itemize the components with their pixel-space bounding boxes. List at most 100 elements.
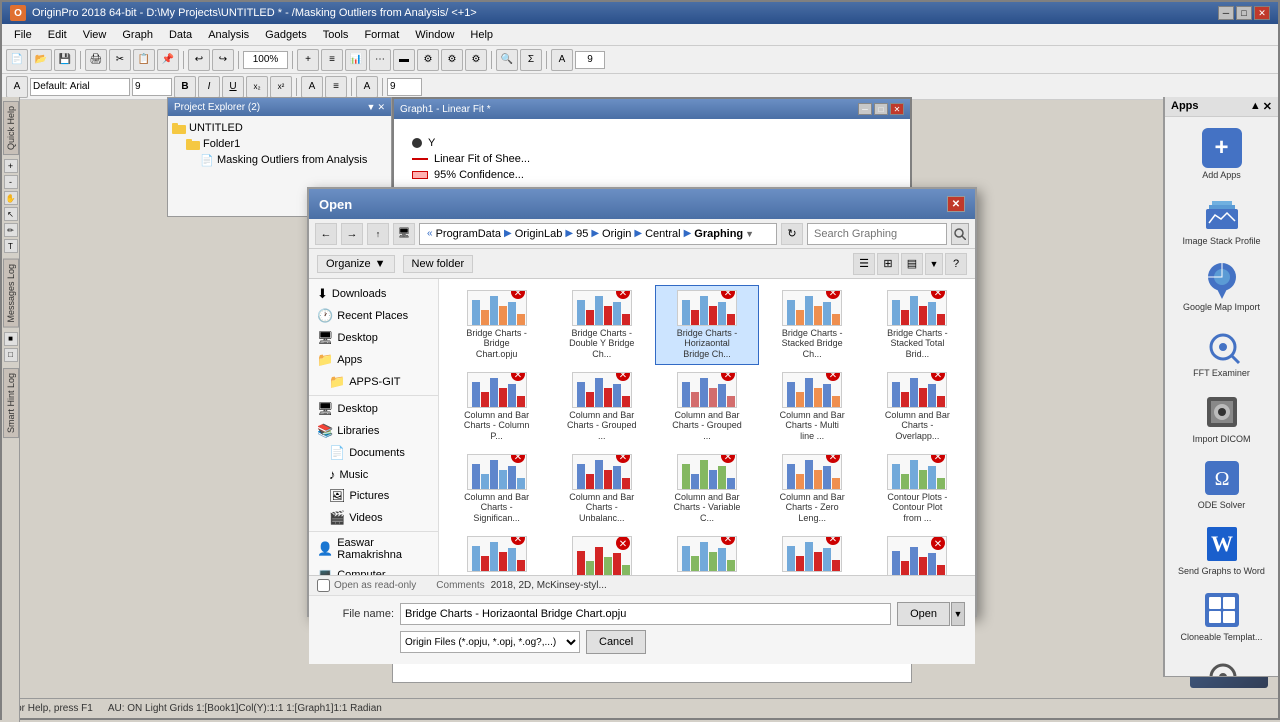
file-item[interactable]: ✕Column and Bar Charts - Column P...	[445, 367, 548, 447]
tree-untitled[interactable]: UNTITLED	[172, 120, 387, 136]
file-item[interactable]: ✕Column and Bar Charts - Overlapp...	[866, 367, 969, 447]
cancel-button[interactable]: Cancel	[586, 630, 646, 654]
nav-music[interactable]: ♪ Music	[309, 464, 438, 485]
zoom-out-btn[interactable]: -	[4, 175, 18, 189]
nav-apps[interactable]: 📁 Apps	[309, 349, 438, 371]
path-part-6[interactable]: Graphing	[694, 228, 743, 240]
file-item[interactable]: ✕Bridge Charts - Horizaontal Bridge Ch..…	[655, 285, 758, 365]
zoom-input[interactable]: 100%	[243, 51, 288, 69]
ode-solver-item[interactable]: Ω ODE Solver	[1171, 453, 1272, 515]
close-btn[interactable]: ✕	[1254, 6, 1270, 20]
google-map-item[interactable]: Google Map Import	[1171, 255, 1272, 317]
file-item[interactable]: ✕Bridge Charts - Double Y Bridge Ch...	[550, 285, 653, 365]
menu-help[interactable]: Help	[462, 27, 501, 43]
tree-folder1[interactable]: Folder1	[172, 136, 387, 152]
open-readonly-checkbox[interactable]	[317, 579, 330, 592]
align-btn[interactable]: ≡	[325, 76, 347, 98]
filetype-select[interactable]: Origin Files (*.opju, *.opj, *.og?,...)	[400, 631, 580, 653]
msg-btn2[interactable]: □	[4, 348, 18, 362]
color-btn[interactable]: A	[301, 76, 323, 98]
open-arrow-btn[interactable]: ▼	[951, 602, 965, 626]
nav-documents[interactable]: 📄 Documents	[309, 442, 438, 464]
dialog-close-btn[interactable]: ✕	[947, 196, 965, 212]
back-btn[interactable]: ←	[315, 223, 337, 245]
nav-recent[interactable]: 🕐 Recent Places	[309, 305, 438, 327]
extra1-btn[interactable]: A	[551, 49, 573, 71]
image-stack-item[interactable]: Image Stack Profile	[1171, 189, 1272, 251]
new-folder-btn[interactable]: New folder	[403, 255, 474, 273]
menu-data[interactable]: Data	[161, 27, 200, 43]
help-btn[interactable]: ?	[945, 253, 967, 275]
menu-analysis[interactable]: Analysis	[200, 27, 257, 43]
file-item[interactable]: ✕Demo - Function Plots.opju	[866, 531, 969, 575]
maximize-btn[interactable]: □	[1236, 6, 1252, 20]
menu-file[interactable]: File	[6, 27, 40, 43]
file-item[interactable]: ✕Column and Bar Charts - Grouped ...	[550, 367, 653, 447]
fmt-icon[interactable]: A	[6, 76, 28, 98]
nav-desktop[interactable]: 🖥 Desktop	[309, 327, 438, 349]
nav-downloads[interactable]: ⬇ Downloads	[309, 283, 438, 305]
tree-masking[interactable]: 📄 Masking Outliers from Analysis	[172, 152, 387, 168]
tool1-btn[interactable]: ⚙	[417, 49, 439, 71]
file-item[interactable]: ✕Contour Plots - Contour Plot with ...	[445, 531, 548, 575]
redo-btn[interactable]: ↪	[212, 49, 234, 71]
cut-btn[interactable]: ✂	[109, 49, 131, 71]
pan-btn[interactable]: ✋	[4, 191, 18, 205]
apps-close-btn[interactable]: ✕	[1263, 100, 1272, 113]
save-btn[interactable]: 💾	[54, 49, 76, 71]
file-item[interactable]: ✕Column and Bar Charts - Multi line ...	[761, 367, 864, 447]
add-apps-item[interactable]: + Add Apps	[1171, 123, 1272, 185]
computer-btn[interactable]: 🖥	[393, 223, 415, 245]
menu-format[interactable]: Format	[356, 27, 407, 43]
nav-libraries[interactable]: 📚 Libraries	[309, 420, 438, 442]
nav-easwar[interactable]: 👤 Easwar Ramakrishna	[309, 534, 438, 564]
font-extra[interactable]	[387, 78, 422, 96]
print-btn[interactable]: 🖨	[85, 49, 107, 71]
view-list-btn[interactable]: ☰	[853, 253, 875, 275]
menu-gadgets[interactable]: Gadgets	[257, 27, 315, 43]
path-part-1[interactable]: ProgramData	[436, 228, 501, 240]
msg-btn1[interactable]: ■	[4, 332, 18, 346]
smart-hint-label[interactable]: Smart Hint Log	[3, 368, 19, 438]
font-size-input2[interactable]	[132, 78, 172, 96]
file-item[interactable]: ✕Column and Bar Charts - Zero Leng...	[761, 449, 864, 529]
project-close-btn[interactable]: ✕	[377, 102, 385, 113]
filter-btn[interactable]: 🔍	[496, 49, 518, 71]
file-item[interactable]: ✕Bridge Charts - Stacked Total Brid...	[866, 285, 969, 365]
add-row-btn[interactable]: ≡	[321, 49, 343, 71]
view-detail-btn[interactable]: ▤	[901, 253, 923, 275]
nav-pictures[interactable]: 🖼 Pictures	[309, 485, 438, 507]
menu-edit[interactable]: Edit	[40, 27, 75, 43]
menu-tools[interactable]: Tools	[315, 27, 357, 43]
file-item[interactable]: ✕Bridge Charts - Stacked Bridge Ch...	[761, 285, 864, 365]
organize-btn[interactable]: Organize ▼	[317, 255, 395, 273]
file-item[interactable]: ✕Column and Bar Charts - Significan...	[445, 449, 548, 529]
graph-close-btn[interactable]: ✕	[890, 103, 904, 115]
open-button[interactable]: Open	[897, 602, 950, 626]
nav-computer[interactable]: 💻 Computer	[309, 564, 438, 575]
sup-btn[interactable]: x²	[270, 76, 292, 98]
search-input[interactable]	[807, 223, 947, 245]
path-part-5[interactable]: Central	[645, 228, 680, 240]
graph-max-btn[interactable]: □	[874, 103, 888, 115]
opj-examiner-item[interactable]: OPJ Examiner	[1171, 651, 1272, 677]
file-item[interactable]: ✕Contour Plots - XYZ Contour.op iu	[761, 531, 864, 575]
apps-expand-btn[interactable]: ▲	[1250, 100, 1261, 113]
zoom-in-btn[interactable]: +	[4, 159, 18, 173]
file-item[interactable]: ✕Bridge Charts - Bridge Chart.opju	[445, 285, 548, 365]
paste-btn[interactable]: 📌	[157, 49, 179, 71]
view-more-btn[interactable]: ▼	[925, 253, 943, 275]
file-item[interactable]: ✕Column and Bar Charts - Grouped ...	[655, 367, 758, 447]
file-item[interactable]: ✕Column and Bar Charts - Unbalanc...	[550, 449, 653, 529]
address-path[interactable]: « ProgramData ▶ OriginLab ▶ 95 ▶ Origin …	[419, 223, 777, 245]
bar-btn[interactable]: ▬	[393, 49, 415, 71]
font-color2[interactable]: A	[356, 76, 378, 98]
filename-input[interactable]	[400, 603, 891, 625]
select-btn[interactable]: ↖	[4, 207, 18, 221]
font-name-input[interactable]: Default: Arial	[30, 78, 130, 96]
undo-btn[interactable]: ↩	[188, 49, 210, 71]
path-part-2[interactable]: OriginLab	[515, 228, 563, 240]
text-tool-btn[interactable]: T	[4, 239, 18, 253]
open-btn[interactable]: 📂	[30, 49, 52, 71]
file-item[interactable]: ✕Contour Plots - Map Combining Line and …	[655, 531, 758, 575]
